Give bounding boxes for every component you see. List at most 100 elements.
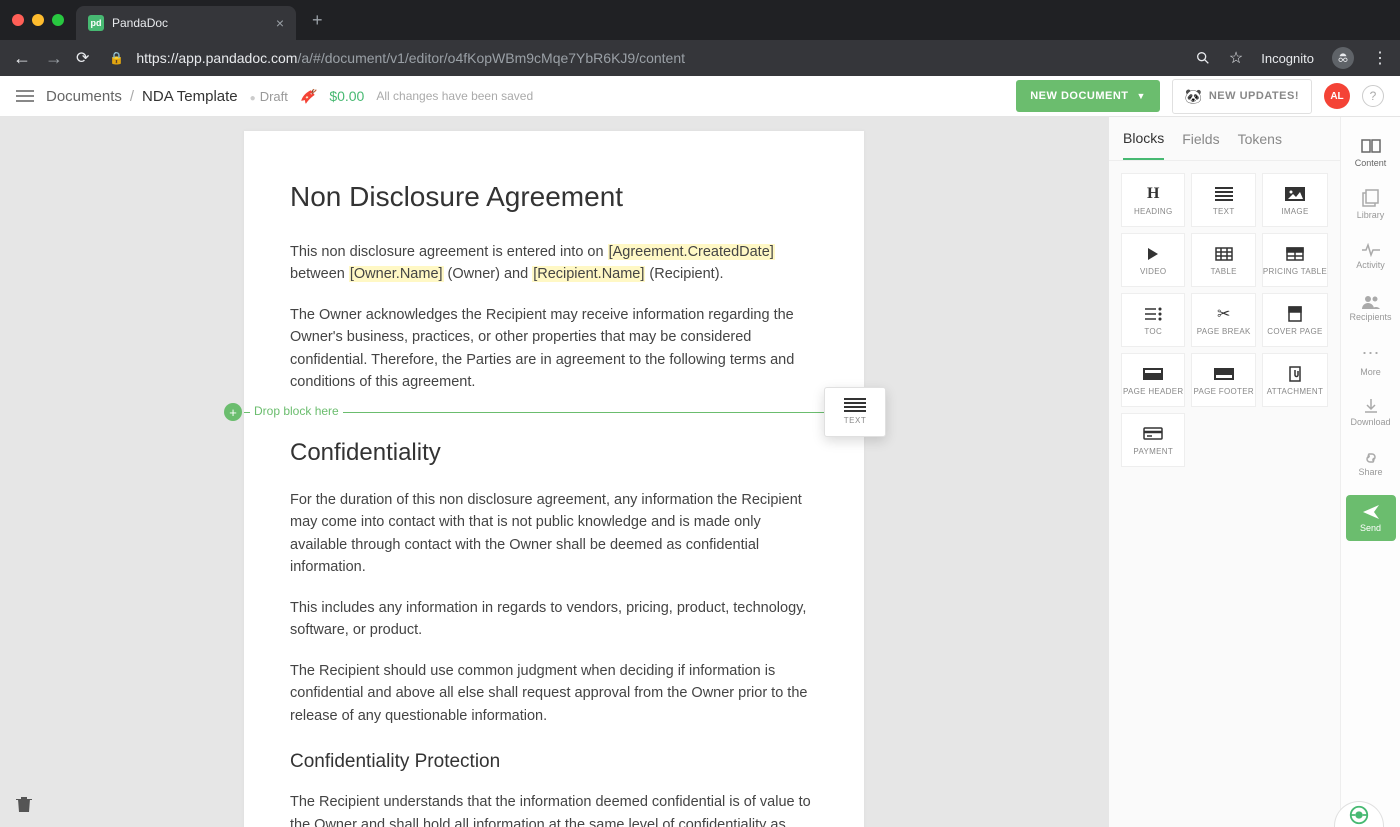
block-label: PRICING TABLE <box>1263 267 1327 276</box>
block-label: PAGE BREAK <box>1197 327 1251 336</box>
paragraph[interactable]: The Recipient understands that the infor… <box>290 791 818 827</box>
tab-tokens[interactable]: Tokens <box>1238 119 1282 159</box>
block-attachment[interactable]: ATTACHMENT <box>1262 353 1328 407</box>
token-agreement-created-date[interactable]: [Agreement.CreatedDate] <box>608 244 775 260</box>
rail-download[interactable]: Download <box>1341 387 1400 437</box>
rail-content[interactable]: Content <box>1341 127 1400 177</box>
block-cover-page[interactable]: COVER PAGE <box>1262 293 1328 347</box>
drop-zone[interactable]: + Drop block here TEXT <box>244 412 864 413</box>
bookmark-star-icon[interactable]: ☆ <box>1229 48 1243 68</box>
search-icon[interactable] <box>1195 50 1211 66</box>
block-text[interactable]: TEXT <box>1191 173 1255 227</box>
browser-url-bar: ← → ⟳ 🔒 https://app.pandadoc.com/a/#/doc… <box>0 40 1400 76</box>
paragraph[interactable]: For the duration of this non disclosure … <box>290 489 818 579</box>
side-panel: Blocks Fields Tokens HHEADING TEXT IMAGE… <box>1108 117 1340 827</box>
pricing-table-icon <box>1286 245 1304 263</box>
token-owner-name[interactable]: [Owner.Name] <box>349 266 444 282</box>
download-icon <box>1363 398 1379 414</box>
heading-protection[interactable]: Confidentiality Protection <box>290 751 818 773</box>
block-label: ATTACHMENT <box>1267 387 1323 396</box>
app-root: Documents / NDA Template Draft 🔖 $0.00 A… <box>0 76 1400 827</box>
document-canvas[interactable]: Non Disclosure Agreement This non disclo… <box>0 117 1108 827</box>
new-document-label: NEW DOCUMENT <box>1030 90 1128 102</box>
lock-icon: 🔒 <box>109 51 124 65</box>
help-icon[interactable]: ? <box>1362 85 1384 107</box>
block-payment[interactable]: PAYMENT <box>1121 413 1185 467</box>
forward-button[interactable]: → <box>44 48 64 69</box>
close-tab-icon[interactable]: × <box>276 15 284 31</box>
reload-button[interactable]: ⟳ <box>76 48 89 68</box>
breadcrumb-current[interactable]: NDA Template <box>142 88 238 105</box>
url-field[interactable]: https://app.pandadoc.com/a/#/document/v1… <box>136 50 1183 66</box>
paragraph[interactable]: The Recipient should use common judgment… <box>290 660 818 727</box>
paperclip-icon <box>1288 365 1302 383</box>
rail-label: Share <box>1358 467 1382 477</box>
rail-send[interactable]: Send <box>1346 495 1396 541</box>
url-host: https://app.pandadoc.com <box>136 50 297 66</box>
url-path: /a/#/document/v1/editor/o4fKopWBm9cMqe7Y… <box>297 50 685 66</box>
toc-icon <box>1144 305 1162 323</box>
rail-label: Recipients <box>1349 312 1391 322</box>
kebab-menu-icon[interactable]: ⋮ <box>1372 48 1388 68</box>
drag-ghost-text-block[interactable]: TEXT <box>824 387 886 437</box>
block-table[interactable]: TABLE <box>1191 233 1255 287</box>
close-window-icon[interactable] <box>12 14 24 26</box>
rail-more[interactable]: ⋯ More <box>1341 335 1400 385</box>
credit-card-icon <box>1143 425 1163 443</box>
page-title[interactable]: Non Disclosure Agreement <box>290 181 818 213</box>
rail-label: Send <box>1360 523 1381 533</box>
incognito-label: Incognito <box>1261 51 1314 66</box>
back-button[interactable]: ← <box>12 48 32 69</box>
block-heading[interactable]: HHEADING <box>1121 173 1185 227</box>
window-traffic-lights <box>12 14 64 26</box>
avatar[interactable]: AL <box>1324 83 1350 109</box>
block-toc[interactable]: TOC <box>1121 293 1185 347</box>
paragraph[interactable]: This non disclosure agreement is entered… <box>290 241 818 286</box>
rail-label: Content <box>1355 158 1387 168</box>
trash-icon[interactable] <box>16 795 32 813</box>
rail-recipients[interactable]: Recipients <box>1341 283 1400 333</box>
save-status: All changes have been saved <box>376 89 533 103</box>
new-tab-button[interactable]: + <box>312 10 323 31</box>
tab-blocks[interactable]: Blocks <box>1123 118 1164 160</box>
maximize-window-icon[interactable] <box>52 14 64 26</box>
paragraph[interactable]: This includes any information in regards… <box>290 597 818 642</box>
paragraph[interactable]: The Owner acknowledges the Recipient may… <box>290 304 818 394</box>
tag-icon[interactable]: 🔖 <box>300 87 317 104</box>
rail-share[interactable]: Share <box>1341 439 1400 489</box>
text-lines-icon <box>844 398 866 412</box>
heading-confidentiality[interactable]: Confidentiality <box>290 439 818 467</box>
block-label: TOC <box>1144 327 1162 336</box>
send-icon <box>1362 504 1380 520</box>
menu-icon[interactable] <box>16 90 34 102</box>
block-page-break[interactable]: ✂ PAGE BREAK <box>1191 293 1255 347</box>
rail-label: Download <box>1350 417 1390 427</box>
block-label: HEADING <box>1134 207 1173 216</box>
block-image[interactable]: IMAGE <box>1262 173 1328 227</box>
document-page[interactable]: Non Disclosure Agreement This non disclo… <box>244 131 864 827</box>
tab-fields[interactable]: Fields <box>1182 119 1219 159</box>
block-pricing-table[interactable]: PRICING TABLE <box>1262 233 1328 287</box>
text-fragment: This non disclosure agreement is entered… <box>290 244 608 260</box>
text-fragment: between <box>290 266 349 282</box>
rail-label: Library <box>1357 210 1385 220</box>
activity-icon <box>1361 243 1381 257</box>
block-label: TABLE <box>1211 267 1237 276</box>
rail-library[interactable]: Library <box>1341 179 1400 229</box>
new-updates-button[interactable]: 🐼 NEW UPDATES! <box>1172 79 1312 114</box>
minimize-window-icon[interactable] <box>32 14 44 26</box>
rail-activity[interactable]: Activity <box>1341 231 1400 281</box>
plus-icon[interactable]: + <box>224 403 242 421</box>
library-icon <box>1362 189 1380 207</box>
block-page-footer[interactable]: PAGE FOOTER <box>1191 353 1255 407</box>
breadcrumb-root[interactable]: Documents <box>46 88 122 105</box>
browser-tab[interactable]: pd PandaDoc × <box>76 6 296 40</box>
block-page-header[interactable]: PAGE HEADER <box>1121 353 1185 407</box>
block-video[interactable]: VIDEO <box>1121 233 1185 287</box>
drop-label: Drop block here <box>250 404 343 418</box>
token-recipient-name[interactable]: [Recipient.Name] <box>532 266 645 282</box>
blocks-grid: HHEADING TEXT IMAGE VIDEO TABLE PRICING … <box>1109 161 1340 479</box>
new-document-button[interactable]: NEW DOCUMENT ▼ <box>1016 80 1160 112</box>
scissors-icon: ✂ <box>1217 305 1230 323</box>
side-tabs: Blocks Fields Tokens <box>1109 117 1340 161</box>
